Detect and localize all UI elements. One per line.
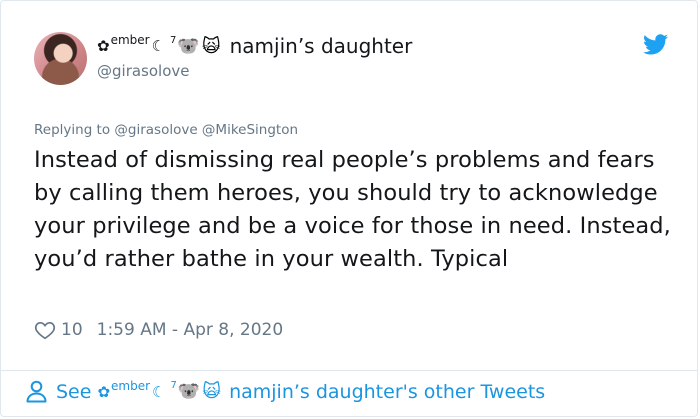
- name-sup-7: 7: [170, 34, 177, 46]
- hamster-emoji: 🙀: [201, 35, 221, 57]
- moon-symbol: ☾: [152, 382, 166, 401]
- name-sup-ember: ember: [110, 33, 150, 47]
- avatar[interactable]: [34, 32, 87, 85]
- timestamp[interactable]: 1:59 AM - Apr 8, 2020: [97, 320, 284, 340]
- flower-symbol: ✿: [97, 382, 111, 401]
- other-tweets-label: namjin’s daughter's other Tweets: [229, 380, 546, 403]
- divider: [1, 370, 697, 371]
- replying-to[interactable]: Replying to @girasolove @MikeSington: [34, 122, 298, 138]
- twitter-bird-icon[interactable]: [643, 34, 668, 55]
- name-sup-ember: ember: [111, 378, 151, 393]
- name-sup-7: 7: [170, 380, 177, 391]
- koala-emoji: 🐨: [177, 35, 200, 57]
- tweet-meta: 10 1:59 AM - Apr 8, 2020: [34, 319, 283, 341]
- person-icon: [26, 380, 47, 403]
- flower-symbol: ✿: [97, 37, 110, 55]
- author-name-row[interactable]: ✿ ember ☾ 7 🐨 🙀 namjin’s daughter: [97, 33, 413, 58]
- like-count[interactable]: 10: [61, 320, 83, 340]
- hamster-emoji: 🙀: [202, 381, 222, 402]
- see-label: See: [56, 380, 92, 403]
- heart-icon[interactable]: [34, 319, 56, 341]
- moon-symbol: ☾: [151, 37, 166, 55]
- author-handle[interactable]: @girasolove: [97, 62, 190, 80]
- koala-emoji: 🐨: [177, 381, 201, 402]
- tweet-text: Instead of dismissing real people’s prob…: [34, 147, 671, 272]
- embedded-tweet-card: ✿ ember ☾ 7 🐨 🙀 namjin’s daughter @giras…: [0, 0, 698, 417]
- author-display-name[interactable]: namjin’s daughter: [230, 34, 413, 58]
- see-other-tweets-link[interactable]: See ✿ ember ☾ 7 🐨 🙀 namjin’s daughter's …: [26, 378, 546, 403]
